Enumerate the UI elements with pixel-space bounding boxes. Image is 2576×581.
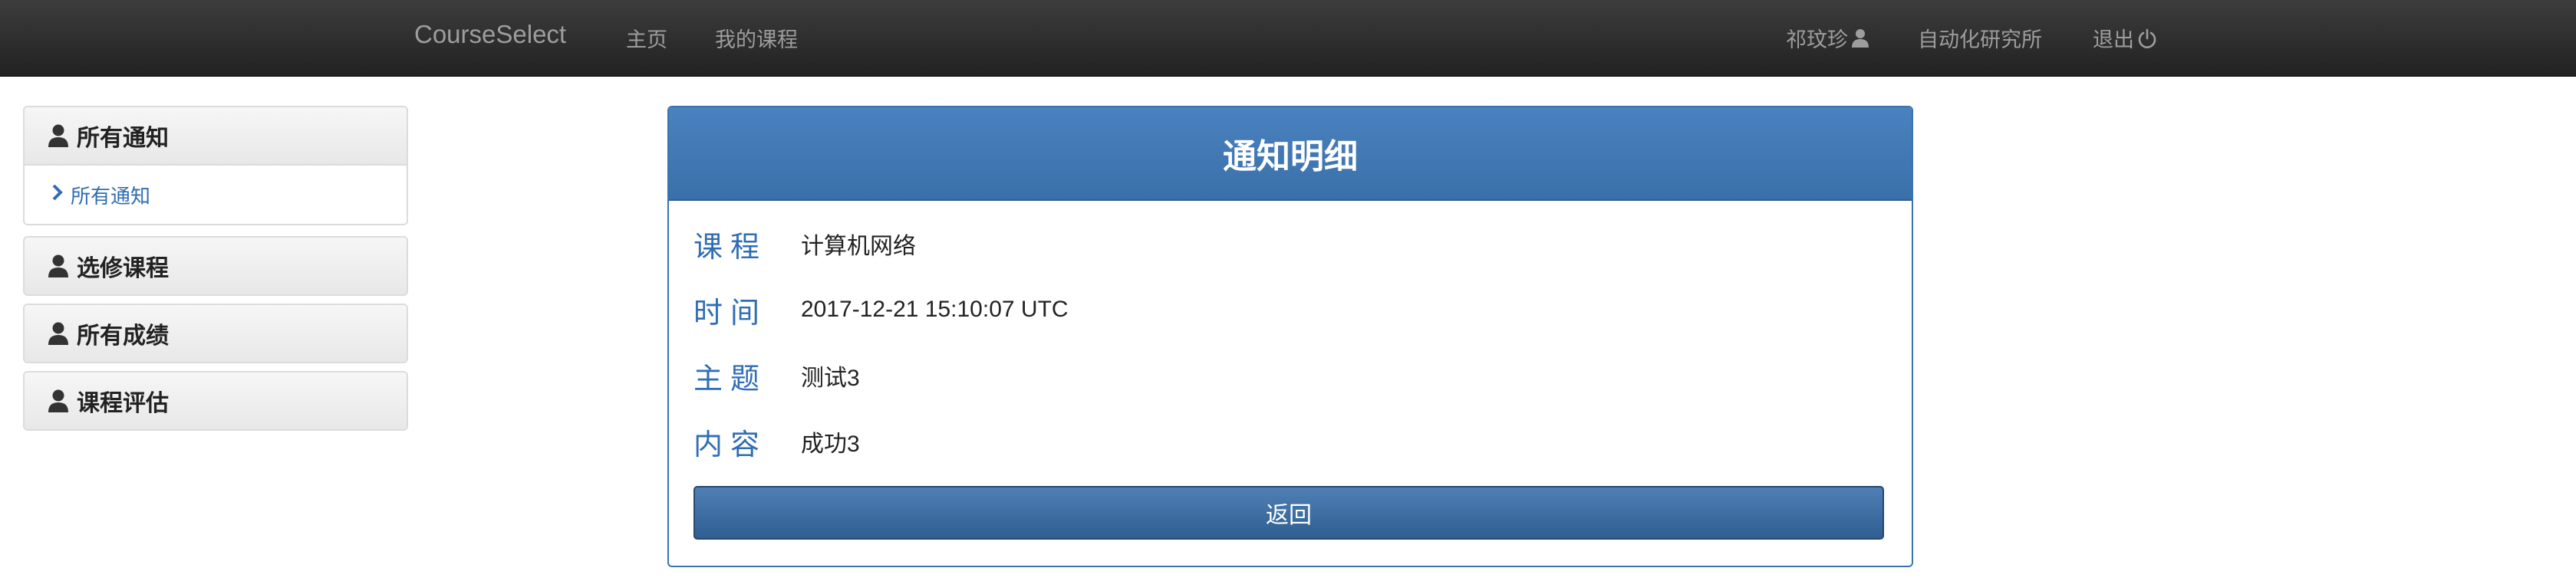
top-navbar: CourseSelect 主页 我的课程 祁玟珍 自动化研究所 退出 bbox=[0, 0, 2576, 77]
sidebar-heading-label: 选修课程 bbox=[77, 255, 169, 282]
user-name: 祁玟珍 bbox=[1786, 28, 1848, 52]
sidebar-panel-grades: 所有成绩 bbox=[23, 304, 408, 363]
field-value-time: 2017-12-21 15:10:07 UTC bbox=[801, 297, 1069, 322]
field-label-subject: 主题 bbox=[693, 361, 768, 396]
user-icon bbox=[1851, 28, 1869, 54]
field-label-course: 课程 bbox=[693, 229, 768, 264]
user-icon bbox=[48, 389, 68, 412]
field-value-course: 计算机网络 bbox=[801, 234, 916, 259]
back-button[interactable]: 返回 bbox=[693, 486, 1884, 540]
nav-user-link[interactable]: 祁玟珍 bbox=[1786, 23, 1869, 54]
field-value-subject: 测试3 bbox=[801, 366, 860, 391]
sidebar-item-label: 所有通知 bbox=[71, 185, 151, 208]
user-icon bbox=[48, 322, 68, 345]
sidebar-heading-label: 所有通知 bbox=[77, 125, 169, 152]
sidebar-panel-evaluation: 课程评估 bbox=[23, 371, 408, 431]
logout-label: 退出 bbox=[2093, 28, 2134, 52]
field-row-time: 时间 2017-12-21 15:10:07 UTC bbox=[693, 287, 1069, 333]
logout-link[interactable]: 退出 bbox=[2093, 23, 2157, 54]
field-row-content: 内容 成功3 bbox=[693, 419, 860, 464]
user-icon bbox=[48, 124, 68, 147]
sidebar-panel-elective: 选修课程 bbox=[23, 236, 408, 296]
field-row-course: 课程 计算机网络 bbox=[693, 221, 916, 267]
field-label-content: 内容 bbox=[693, 427, 768, 461]
field-label-time: 时间 bbox=[693, 295, 768, 330]
nav-my-courses-link[interactable]: 我的课程 bbox=[715, 23, 798, 53]
field-value-content: 成功3 bbox=[801, 432, 860, 457]
user-icon bbox=[48, 254, 68, 277]
brand-link[interactable]: CourseSelect bbox=[414, 20, 566, 49]
nav-home-link[interactable]: 主页 bbox=[626, 23, 667, 53]
sidebar-item-all-notices[interactable]: 所有通知 bbox=[25, 164, 407, 224]
field-row-subject: 主题 测试3 bbox=[693, 353, 860, 399]
nav-institute-link[interactable]: 自动化研究所 bbox=[1918, 23, 2042, 53]
sidebar-panel-notices: 所有通知 所有通知 bbox=[23, 106, 408, 225]
sidebar-heading-label: 所有成绩 bbox=[77, 323, 169, 350]
card-title: 通知明细 bbox=[669, 107, 1912, 201]
sidebar-heading-label: 课程评估 bbox=[77, 390, 169, 417]
power-icon bbox=[2137, 28, 2157, 54]
chevron-right-icon bbox=[52, 183, 63, 206]
sidebar-heading-notices[interactable]: 所有通知 bbox=[25, 107, 407, 164]
sidebar-heading-grades[interactable]: 所有成绩 bbox=[25, 305, 407, 362]
sidebar-heading-evaluation[interactable]: 课程评估 bbox=[25, 373, 407, 429]
sidebar-heading-elective[interactable]: 选修课程 bbox=[25, 238, 407, 294]
notice-detail-card: 通知明细 课程 计算机网络 时间 2017-12-21 15:10:07 UTC… bbox=[667, 106, 1913, 567]
